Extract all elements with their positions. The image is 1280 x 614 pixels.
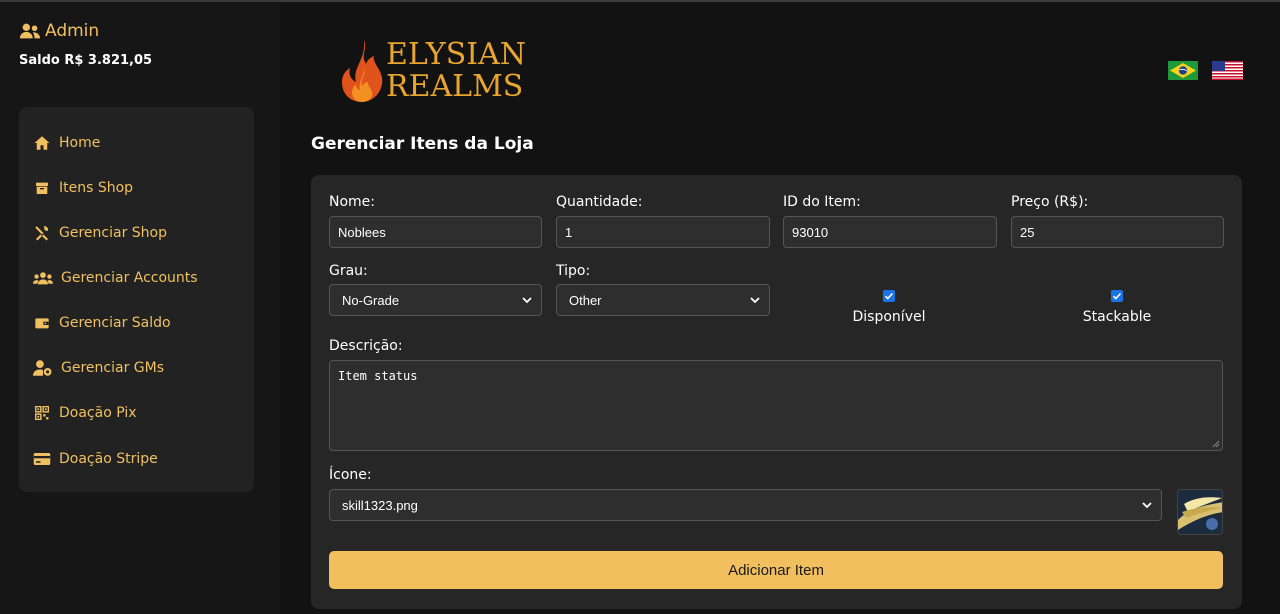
quantidade-input[interactable]: 1: [556, 216, 770, 248]
sidebar-nav: Home Itens Shop Gerenciar Shop Gerenciar…: [19, 107, 254, 492]
users-icon: [19, 23, 41, 39]
logo-text: ELYSIAN REALMS: [386, 39, 526, 103]
sidebar-item-label: Gerenciar GMs: [61, 360, 164, 376]
descricao-text: Item status: [338, 369, 418, 383]
sidebar-item-doacao-stripe[interactable]: Doação Stripe: [33, 447, 158, 471]
sidebar-item-gerenciar-accounts[interactable]: Gerenciar Accounts: [33, 266, 198, 290]
sidebar-item-label: Gerenciar Accounts: [61, 270, 198, 286]
nome-input[interactable]: Noblees: [329, 216, 542, 248]
user-name: Admin: [45, 21, 100, 41]
stackable-checkbox[interactable]: [1111, 290, 1123, 302]
icone-select[interactable]: skill1323.png: [329, 489, 1162, 521]
icone-select-value: skill1323.png: [342, 497, 418, 513]
sidebar-item-label: Doação Stripe: [59, 451, 158, 467]
sidebar-item-label: Itens Shop: [59, 180, 134, 196]
wallet-icon: [33, 314, 51, 332]
sidebar-item-label: Gerenciar Saldo: [59, 315, 171, 331]
grau-label: Grau:: [329, 263, 368, 279]
descricao-label: Descrição:: [329, 338, 403, 354]
usa-flag-icon[interactable]: [1212, 61, 1243, 80]
chevron-down-icon: [1142, 502, 1152, 509]
flame-icon: [342, 40, 383, 102]
qrcode-icon: [33, 404, 51, 422]
add-item-button[interactable]: Adicionar Item: [329, 551, 1223, 589]
logo-line-2: REALMS: [386, 69, 524, 104]
checkmark-icon: [1112, 292, 1122, 300]
grau-select[interactable]: No-Grade: [329, 284, 542, 316]
grau-select-value: No-Grade: [342, 292, 400, 308]
balance-text: Saldo R$ 3.821,05: [19, 53, 153, 68]
disponivel-checkbox[interactable]: [883, 290, 895, 302]
sidebar-item-gerenciar-gms[interactable]: Gerenciar GMs: [33, 356, 164, 380]
preco-label: Preço (R$):: [1011, 194, 1089, 210]
item-icon-preview: [1177, 489, 1223, 535]
resize-handle-icon[interactable]: [1212, 440, 1220, 448]
checkmark-icon: [884, 292, 894, 300]
tipo-select[interactable]: Other: [556, 284, 770, 316]
preco-input[interactable]: 25: [1011, 216, 1224, 248]
tipo-label: Tipo:: [556, 263, 591, 279]
sidebar-item-label: Home: [59, 135, 101, 151]
box-icon: [33, 179, 51, 197]
sidebar-item-doacao-pix[interactable]: Doação Pix: [33, 401, 137, 425]
tools-icon: [33, 224, 51, 242]
sidebar-item-label: Gerenciar Shop: [59, 225, 167, 241]
tipo-select-value: Other: [569, 292, 602, 308]
logo-line-1: ELYSIAN: [386, 37, 527, 72]
item-id-label: ID do Item:: [783, 194, 861, 210]
sidebar-item-home[interactable]: Home: [33, 131, 100, 155]
users-icon: [33, 269, 53, 287]
disponivel-checkbox-group: Disponível: [829, 290, 949, 325]
credit-card-icon: [33, 450, 51, 468]
chevron-down-icon: [522, 297, 532, 304]
user-info: Admin: [19, 20, 99, 42]
sidebar-item-label: Doação Pix: [59, 405, 137, 421]
quantidade-label: Quantidade:: [556, 194, 643, 210]
stackable-label: Stackable: [1082, 309, 1152, 325]
chevron-down-icon: [750, 297, 760, 304]
sidebar-item-itens-shop[interactable]: Itens Shop: [33, 176, 133, 200]
nome-label: Nome:: [329, 194, 376, 210]
item-id-input[interactable]: 93010: [783, 216, 997, 248]
logo: ELYSIAN REALMS: [340, 38, 526, 104]
brazil-flag-icon[interactable]: [1168, 61, 1198, 80]
icone-label: Ícone:: [329, 467, 372, 483]
home-icon: [33, 134, 51, 152]
item-form: Nome: Noblees Quantidade: 1 ID do Item: …: [311, 175, 1242, 609]
sidebar-item-gerenciar-shop[interactable]: Gerenciar Shop: [33, 221, 167, 245]
disponivel-label: Disponível: [852, 309, 926, 325]
page-title: Gerenciar Itens da Loja: [311, 134, 534, 154]
descricao-textarea[interactable]: Item status: [329, 360, 1223, 451]
sidebar-item-gerenciar-saldo[interactable]: Gerenciar Saldo: [33, 311, 171, 335]
user-gear-icon: [33, 359, 53, 377]
sidebar: Admin Saldo R$ 3.821,05 Home Itens Shop …: [0, 2, 280, 614]
stackable-checkbox-group: Stackable: [1057, 290, 1177, 325]
